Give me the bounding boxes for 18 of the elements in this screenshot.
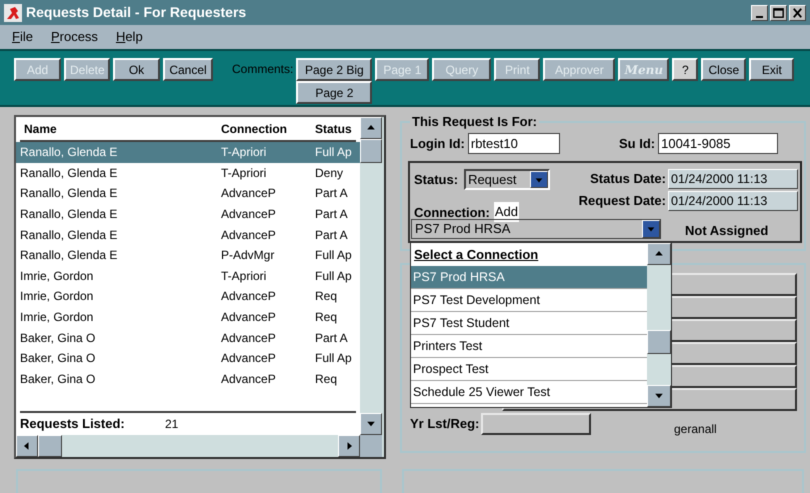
user-name: geranall: [674, 421, 717, 438]
dropdown-header: Select a Connection: [413, 246, 540, 264]
field-label: Status:: [414, 170, 458, 189]
field-label: Request Date:: [578, 192, 666, 210]
date-field: 01/24/2000 11:13: [668, 191, 798, 211]
group-title: This Request Is For:: [410, 114, 539, 130]
assignment-status: Not Assigned: [685, 222, 768, 240]
request-count: 21: [165, 416, 178, 433]
footer-label: Requests Listed:: [20, 415, 126, 434]
field-label: Login Id:: [410, 134, 465, 153]
comments-label: Comments:: [232, 61, 294, 78]
field-label: Su Id:: [619, 134, 656, 153]
action-label: Add: [494, 202, 519, 222]
window-title: Requests Detail - For Requesters: [26, 3, 248, 22]
field-label: Status Date:: [590, 170, 666, 188]
date-field: 01/24/2000 11:13: [668, 169, 798, 189]
field-label: Yr Lst/Reg:: [410, 415, 480, 434]
field-label: Connection:: [414, 204, 490, 222]
